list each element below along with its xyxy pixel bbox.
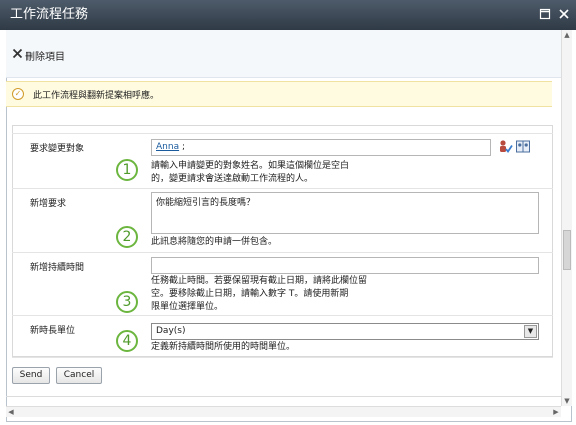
duration-unit-description: 定義新持續時間所使用的時間單位。 — [151, 342, 296, 352]
cancel-button[interactable]: Cancel — [56, 367, 102, 384]
maximize-icon[interactable] — [538, 8, 552, 22]
scroll-up-icon[interactable]: ▲ — [562, 30, 572, 40]
assignee-desc-line: 請輸入申請變更的對象姓名。如果這個欄位是空白 — [151, 161, 350, 171]
delete-item-label: 刪除項目 — [25, 51, 65, 63]
scroll-left-icon[interactable]: ◀ — [6, 407, 16, 417]
chevron-down-icon[interactable]: ▼ — [524, 325, 537, 338]
new-request-label: 新增要求 — [30, 199, 67, 209]
new-duration-desc-line: 限單位選擇單位。 — [151, 302, 224, 312]
assignee-label: 要求變更對象 — [30, 144, 85, 154]
assignee-description: 請輸入申請變更的對象姓名。如果這個欄位是空白 的，變更請求會送達啟動工作流程的人… — [151, 160, 349, 186]
delete-item-button[interactable]: 刪除項目 — [12, 48, 65, 63]
new-duration-desc-line: 空。要移除截止日期，請輸入數字 T。請使用新期 — [151, 289, 349, 299]
new-duration-description: 任務截止時間。若要保留現有截止日期，請將此欄位留 空。要移除截止日期，請輸入數字… — [151, 275, 367, 314]
duration-unit-value: Day(s) — [156, 326, 186, 336]
step-2-badge: 2 — [116, 226, 138, 248]
duration-unit-select[interactable]: Day(s) ▼ — [151, 323, 539, 340]
info-message: 此工作流程與翻新提案相呼應。 — [33, 91, 160, 101]
new-duration-desc-line: 任務截止時間。若要保留現有截止日期，請將此欄位留 — [151, 276, 368, 286]
step-1-badge: 1 — [116, 159, 138, 181]
check-names-icon[interactable] — [498, 139, 513, 154]
assignee-desc-line: 的，變更請求會送達啟動工作流程的人。 — [151, 174, 314, 184]
scroll-right-icon[interactable]: ▶ — [551, 407, 561, 417]
row-divider — [12, 188, 553, 189]
scrollbar-thumb[interactable] — [563, 230, 571, 270]
row-divider — [12, 357, 553, 358]
address-book-icon[interactable] — [516, 140, 530, 153]
assignee-name[interactable]: Anna — [156, 142, 179, 152]
new-request-description: 此訊息將隨您的申請一併包含。 — [151, 237, 278, 247]
step-3-badge: 3 — [116, 291, 138, 313]
new-request-textarea[interactable]: 你能縮短引言的長度嗎？ — [151, 192, 539, 234]
row-divider — [12, 252, 553, 253]
close-icon[interactable] — [557, 8, 571, 22]
assignee-separator: ; — [179, 142, 185, 152]
new-duration-input[interactable] — [151, 257, 539, 274]
x-icon — [12, 48, 23, 62]
scroll-down-icon[interactable]: ▼ — [562, 396, 572, 406]
row-divider — [12, 133, 553, 134]
ribbon-toolbar — [6, 30, 561, 78]
vertical-scrollbar[interactable]: ▲ ▼ — [561, 30, 572, 406]
new-duration-label: 新增持續時間 — [30, 263, 85, 273]
duration-unit-label: 新時長單位 — [30, 326, 76, 336]
row-divider — [12, 315, 553, 316]
step-4-badge: 4 — [116, 330, 138, 352]
check-circle-icon: ✓ — [12, 88, 24, 100]
assignee-people-picker[interactable]: Anna ; — [151, 139, 491, 156]
horizontal-scrollbar[interactable]: ◀ ▶ — [6, 406, 561, 417]
footer-divider — [6, 396, 561, 397]
send-button[interactable]: Send — [12, 367, 50, 384]
dialog-title: 工作流程任務 — [10, 7, 89, 22]
